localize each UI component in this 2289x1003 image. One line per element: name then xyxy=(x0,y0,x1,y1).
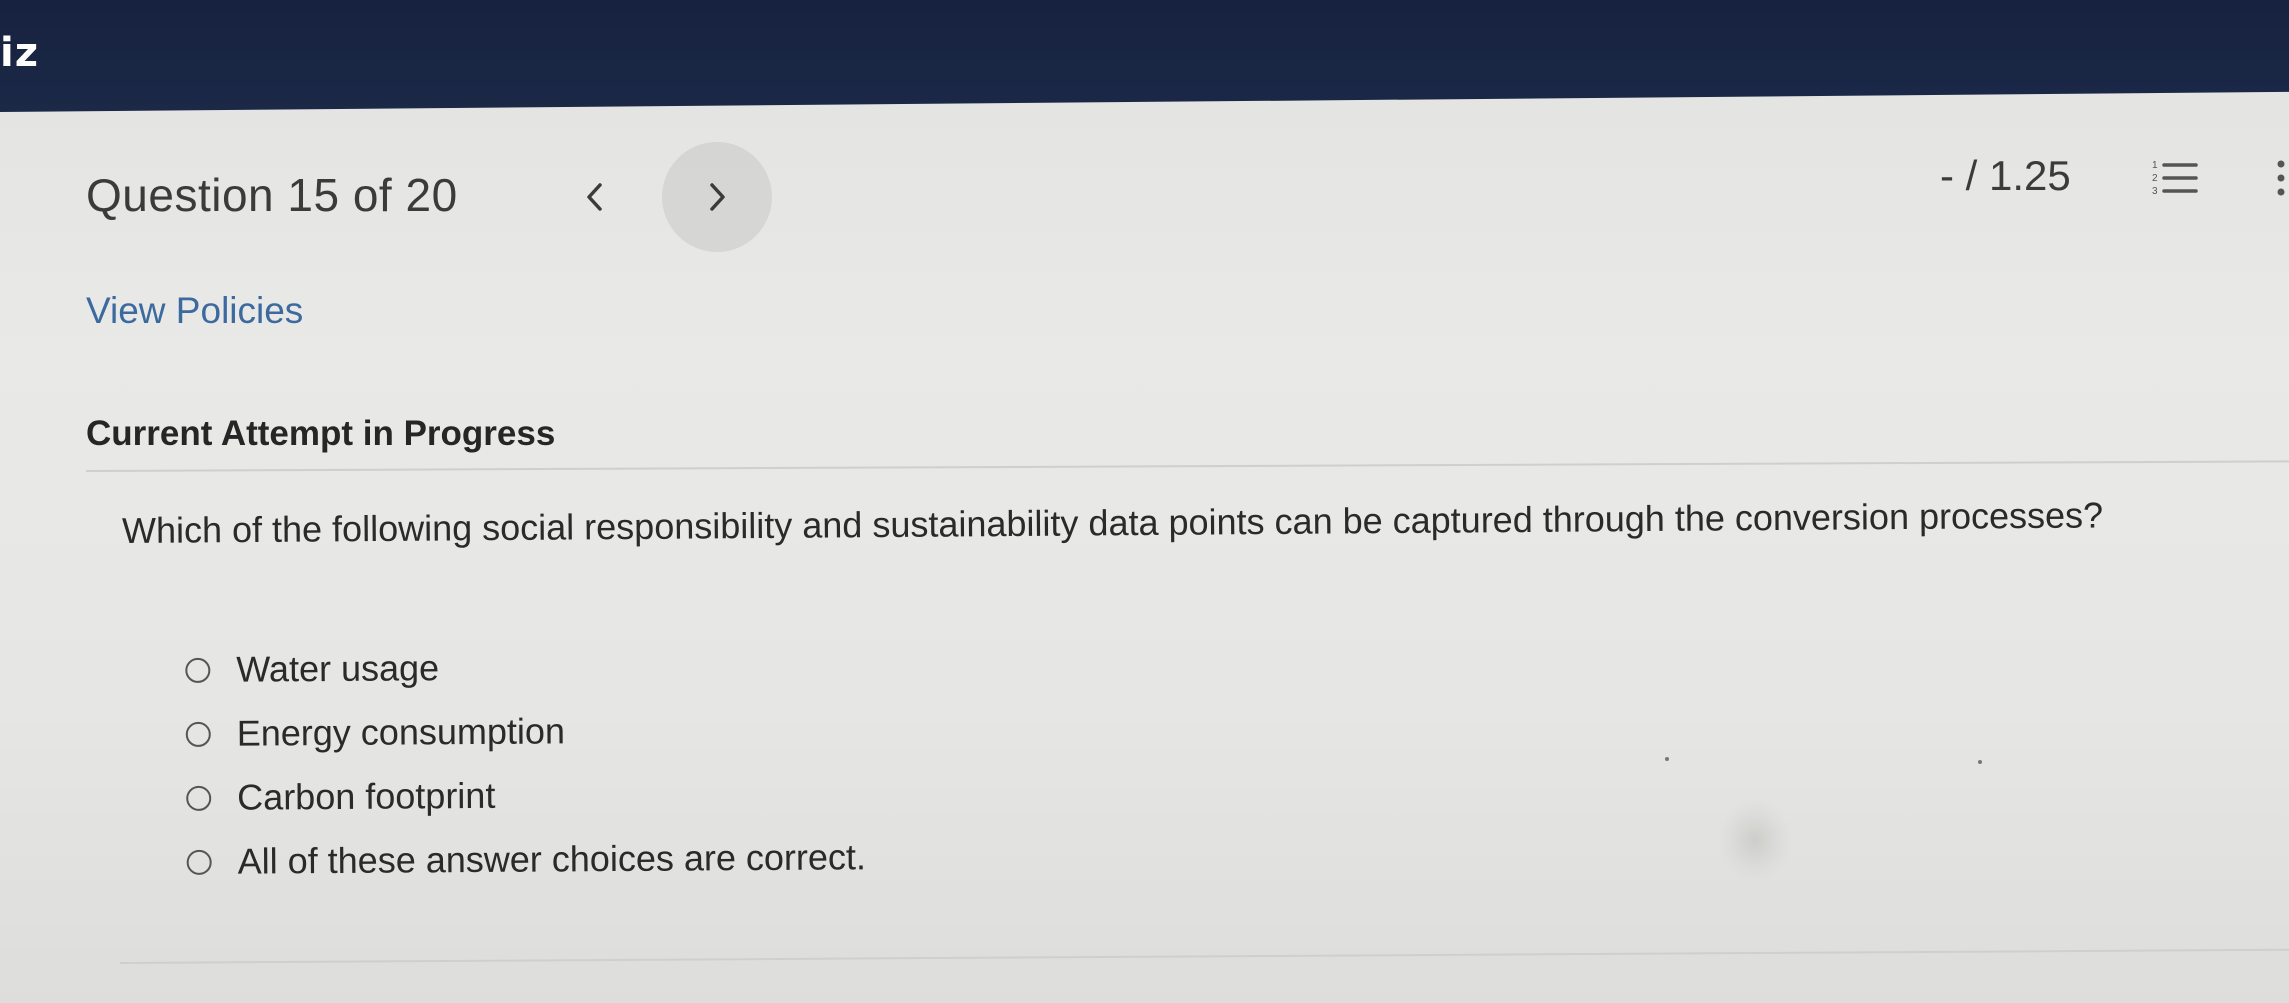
more-vertical-icon[interactable] xyxy=(2274,156,2288,200)
top-navigation-bar: iz xyxy=(0,0,2289,112)
answer-option-label: All of these answer choices are correct. xyxy=(237,836,867,882)
radio-button[interactable] xyxy=(186,785,212,811)
answer-option-energy-consumption[interactable]: Energy consumption xyxy=(185,697,866,766)
section-divider xyxy=(119,948,2289,964)
question-position: Question 15 of 20 xyxy=(86,169,458,221)
previous-question-button[interactable] xyxy=(540,142,650,252)
answer-option-label: Carbon footprint xyxy=(237,774,496,818)
svg-text:1: 1 xyxy=(2152,160,2158,171)
answer-options: Water usage Energy consumption Carbon fo… xyxy=(185,633,866,894)
section-divider xyxy=(85,460,2289,472)
radio-button[interactable] xyxy=(185,657,211,683)
screen-speck xyxy=(1665,757,1669,761)
answer-option-water-usage[interactable]: Water usage xyxy=(185,633,865,702)
screen-speck xyxy=(1978,760,1982,764)
radio-button[interactable] xyxy=(185,721,211,747)
svg-text:2: 2 xyxy=(2152,173,2158,184)
answer-option-all-correct[interactable]: All of these answer choices are correct. xyxy=(186,825,866,894)
question-score: - / 1.25 xyxy=(1940,152,2071,199)
numbered-list-icon[interactable]: 1 2 3 xyxy=(2152,158,2198,198)
svg-text:3: 3 xyxy=(2152,186,2158,197)
question-text: Which of the following social responsibi… xyxy=(121,494,2104,551)
answer-option-carbon-footprint[interactable]: Carbon footprint xyxy=(186,761,866,830)
radio-button[interactable] xyxy=(186,849,212,875)
answer-option-label: Energy consumption xyxy=(236,710,566,754)
attempt-status-heading: Current Attempt in Progress xyxy=(86,414,556,453)
chevron-right-icon xyxy=(710,183,725,211)
screen-smudge xyxy=(1720,800,1790,880)
chevron-left-icon xyxy=(587,183,602,211)
next-question-button[interactable] xyxy=(662,142,772,252)
view-policies-link[interactable]: View Policies xyxy=(86,290,303,332)
app-title-fragment: iz xyxy=(0,30,39,76)
answer-option-label: Water usage xyxy=(236,647,440,690)
